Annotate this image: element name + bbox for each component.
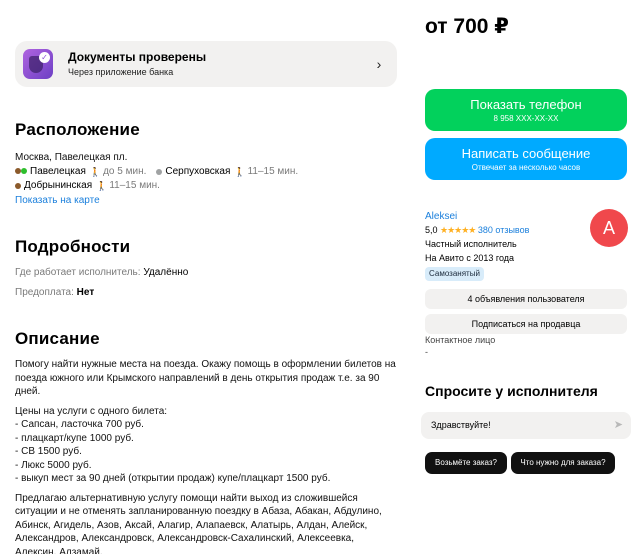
metro-row: Павелецкая 🚶 до 5 мин. Серпуховская 🚶 11… [15,165,397,179]
subscribe-button[interactable]: Подписаться на продавца [425,314,627,334]
prepayment-value: Нет [76,287,95,298]
metro-line-icon [15,183,21,189]
metro-name: Добрынинская [24,180,93,191]
location-heading: Расположение [15,120,140,139]
prices-list: Цены на услуги с одного билета: - Сапсан… [15,405,397,486]
docs-title: Документы проверены [68,50,207,64]
rating-value: 5,0 [425,225,438,235]
price-item: - выкуп мест за 90 дней (открытии продаж… [15,473,331,484]
price-item: - Сапсан, ласточка 700 руб. [15,419,144,430]
self-employed-badge: Самозанятый [425,267,484,281]
price-item: - плацкарт/купе 1000 руб. [15,432,134,444]
prices-title: Цены на услуги с одного билета: [15,405,168,417]
message-input-value: Здравствуйте! [431,420,491,430]
docs-subtitle: Через приложение банка [68,67,174,77]
metro-name: Павелецкая [30,166,86,177]
description-paragraph: Предлагаю альтернативную услугу помощи н… [15,492,382,554]
show-phone-button[interactable]: Показать телефон 8 958 XXX-XX-XX [425,89,627,131]
quick-reply-take-order[interactable]: Возьмёте заказ? [425,452,507,474]
work-place-row: Где работает исполнитель: Удалённо [15,266,188,280]
work-place-value: Удалённо [143,267,189,278]
show-phone-label: Показать телефон [470,97,582,112]
ask-heading: Спросите у исполнителя [425,383,598,399]
contact-person: Контактное лицо - [425,334,495,358]
star-icons: ★★★★★ [440,225,476,235]
walking-icon: 🚶 [89,167,102,177]
details-heading: Подробности [15,237,131,256]
metro-row: Добрынинская 🚶 11–15 мин. [15,179,397,193]
message-input[interactable]: Здравствуйте! ➤ [421,412,631,439]
price-item: - СВ 1500 руб. [15,446,82,457]
chevron-right-icon: › [376,56,382,72]
prepayment-row: Предоплата: Нет [15,286,188,300]
send-icon[interactable]: ➤ [614,412,623,439]
contact-label: Контактное лицо [425,335,496,345]
documents-verified-card[interactable]: ✓ Документы проверены Через приложение б… [15,41,397,87]
write-message-button[interactable]: Написать сообщение Отвечает за несколько… [425,138,627,180]
metro-line-icon [15,165,30,179]
avatar[interactable]: A [590,209,628,247]
reviews-link[interactable]: 380 отзывов [478,225,530,235]
description-text: Помогу найти нужные места на поезда. Ока… [15,358,397,554]
address: Москва, Павелецкая пл. [15,152,128,163]
id-verified-icon: ✓ [23,49,53,79]
phone-number-masked: 8 958 XXX-XX-XX [493,114,559,123]
response-time: Отвечает за несколько часов [471,163,581,172]
walking-icon: 🚶 [234,167,246,177]
metro-time: 11–15 мин. [109,180,160,191]
description-heading: Описание [15,329,100,348]
location-block: Москва, Павелецкая пл. Павелецкая 🚶 до 5… [15,151,397,206]
metro-line-icon [156,169,163,175]
details-block: Где работает исполнитель: Удалённо Предо… [15,266,188,306]
quick-reply-requirements[interactable]: Что нужно для заказа? [511,452,615,474]
walking-icon: 🚶 [96,181,108,191]
write-message-label: Написать сообщение [461,146,591,161]
show-on-map-link[interactable]: Показать на карте [15,195,397,206]
seller-since: На Авито с 2013 года [425,253,515,263]
description-paragraph: Помогу найти нужные места на поезда. Ока… [15,359,396,397]
user-listings-button[interactable]: 4 объявления пользователя [425,289,627,309]
work-place-label: Где работает исполнитель: [15,267,141,278]
contact-value: - [425,347,428,357]
metro-time: до 5 мин. [103,166,147,177]
price: от 700 ₽ [425,15,509,38]
prepayment-label: Предоплата: [15,287,74,298]
metro-name: Серпуховская [165,166,231,177]
metro-time: 11–15 мин. [247,166,299,177]
price-item: - Люкс 5000 руб. [15,459,92,471]
